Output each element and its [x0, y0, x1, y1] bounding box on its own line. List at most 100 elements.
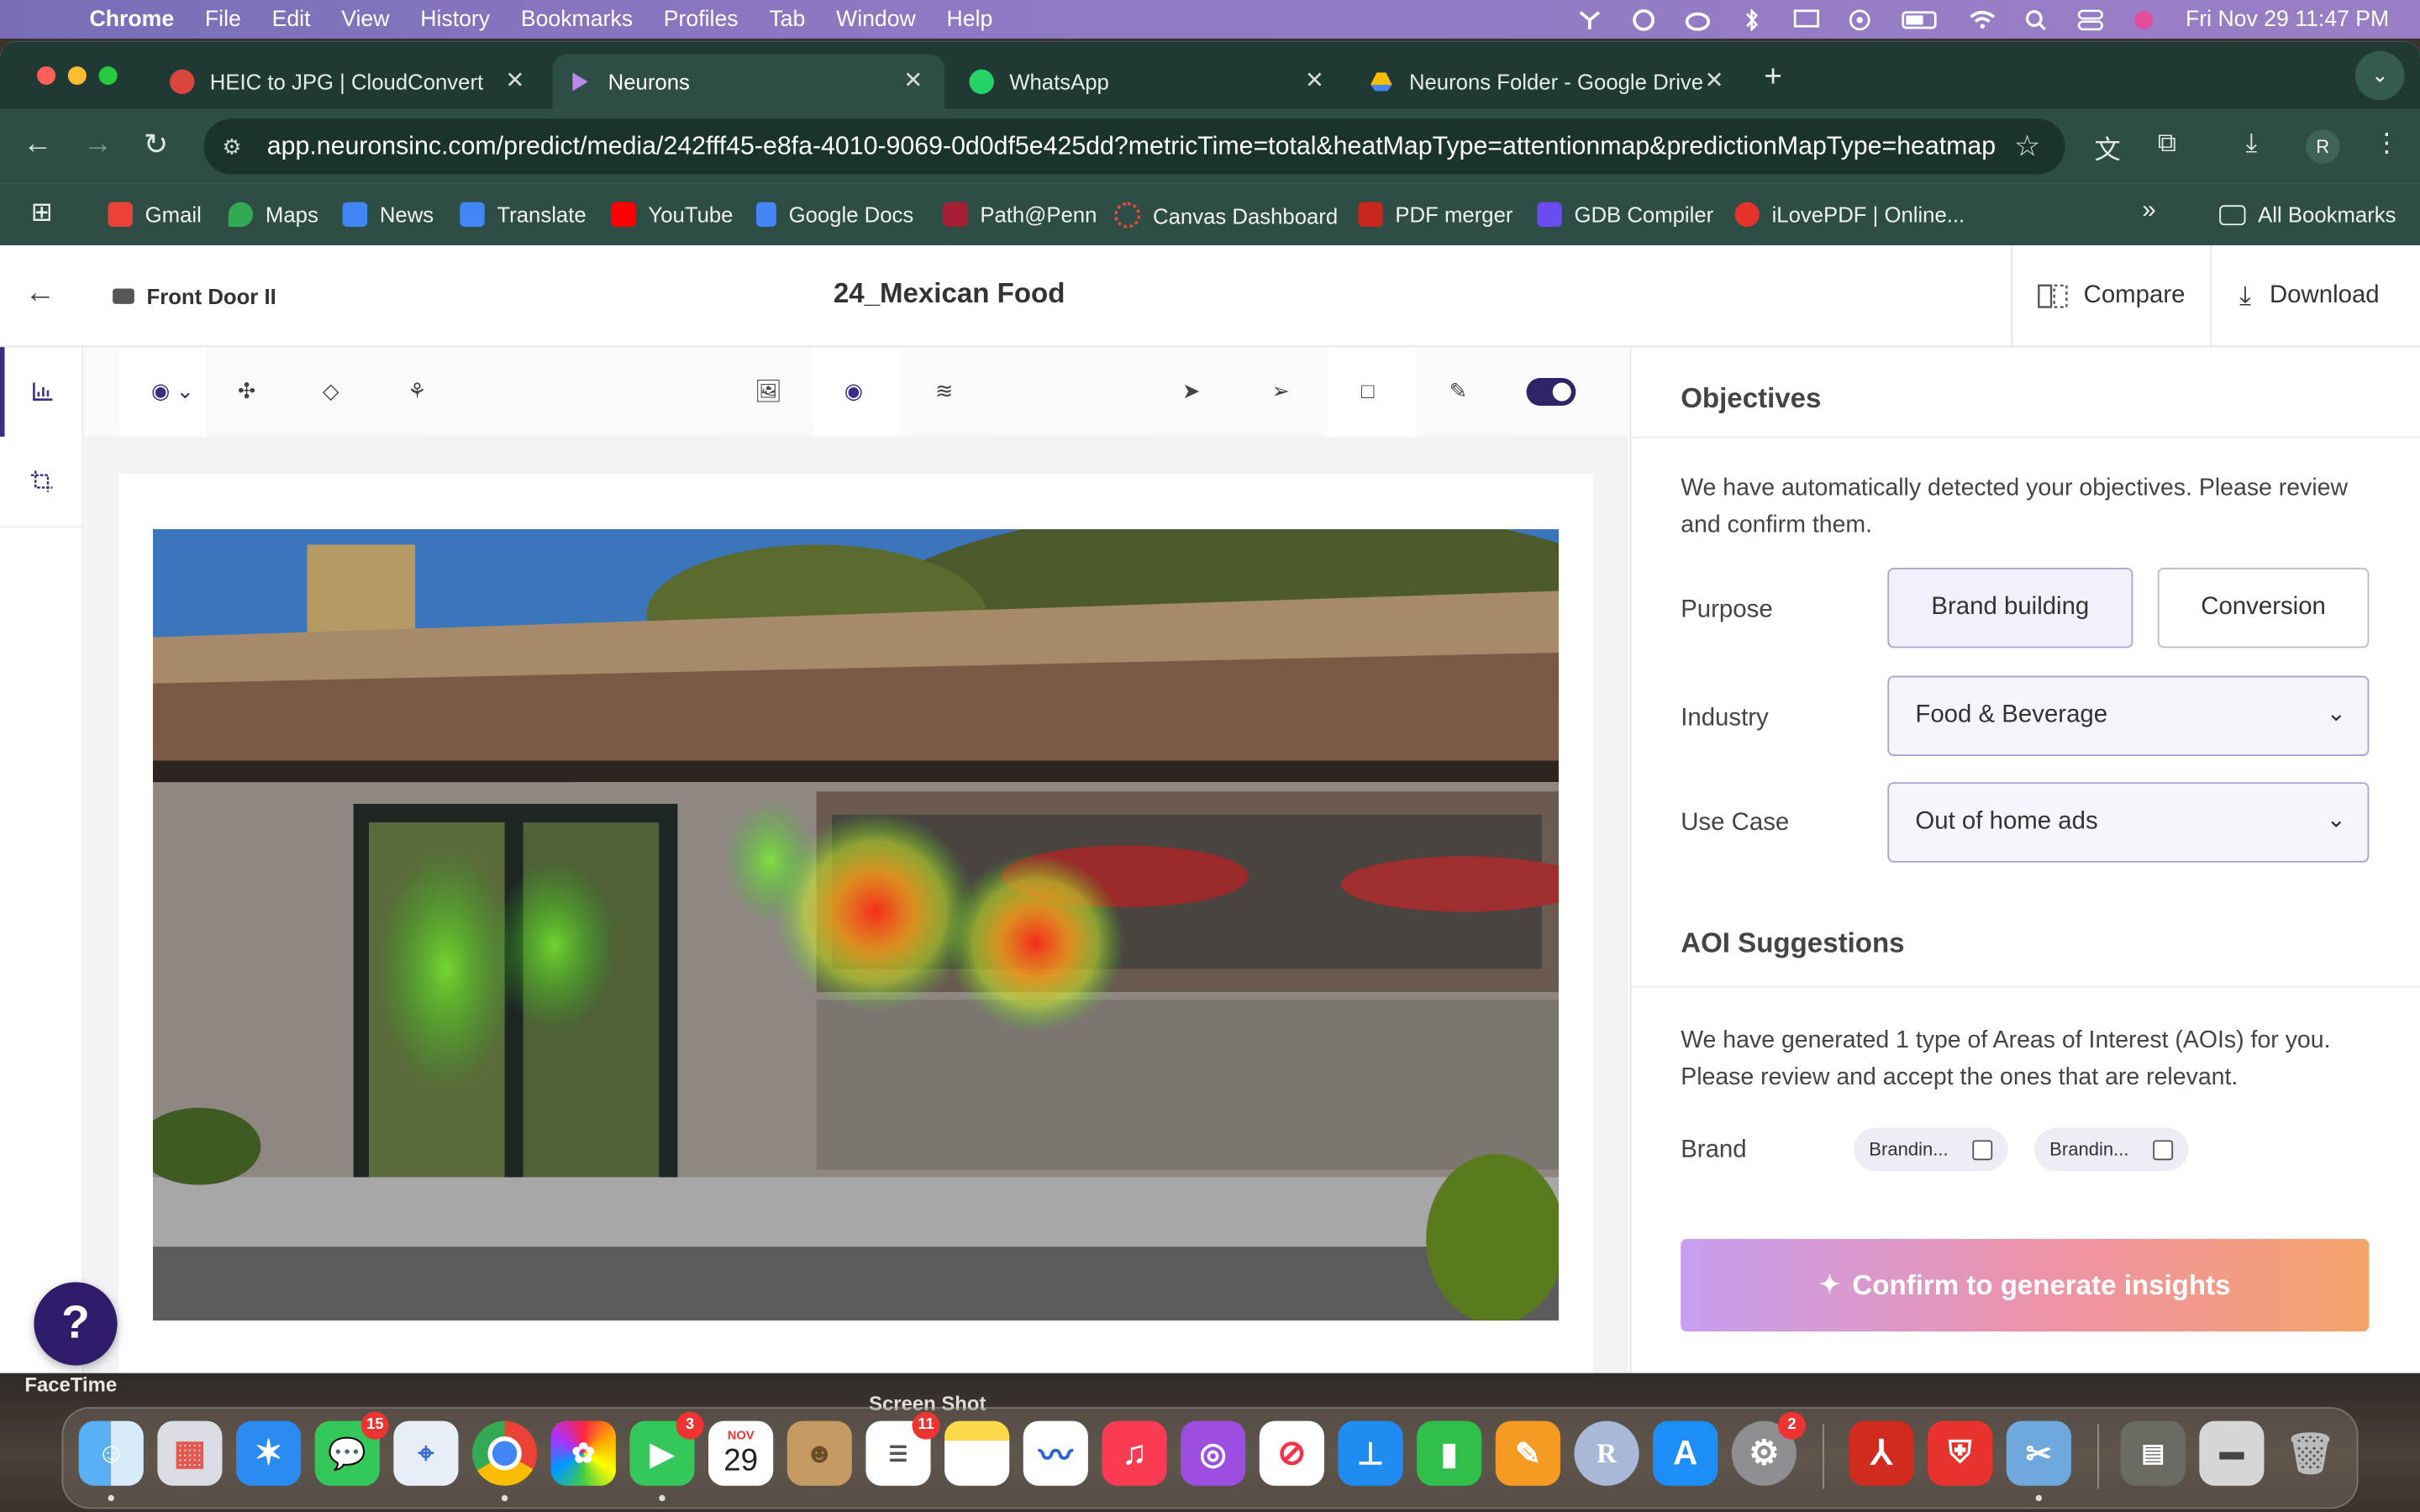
- aoi-chip-branding-1[interactable]: Brandin...: [1853, 1127, 2008, 1172]
- messages-icon[interactable]: 💬 15: [314, 1411, 389, 1486]
- address-bar[interactable]: ⚙ app.neuronsinc.com/predict/media/242ff…: [203, 118, 2065, 175]
- new-tab-plus-icon[interactable]: +: [1764, 60, 1781, 96]
- close-tab-icon[interactable]: ✕: [1305, 66, 1324, 94]
- rectangle-tool-button[interactable]: □: [1327, 347, 1416, 437]
- documents-stack-icon[interactable]: ▬: [2199, 1420, 2265, 1486]
- music-icon[interactable]: ♫: [1102, 1420, 1167, 1486]
- confirm-insights-button[interactable]: ✦ Confirm to generate insights: [1681, 1238, 2370, 1332]
- contacts-icon[interactable]: ☻: [786, 1420, 852, 1486]
- pointer-outline-icon[interactable]: ➢: [1271, 378, 1290, 404]
- battery-icon[interactable]: [1902, 8, 1942, 30]
- spotlight-search-icon[interactable]: [2023, 8, 2049, 30]
- bookmark-pdf-merger[interactable]: PDF merger: [1358, 202, 1512, 227]
- numbers-chart-icon[interactable]: ▮: [1417, 1420, 1482, 1486]
- reminders-icon[interactable]: ☰ 11: [865, 1411, 940, 1486]
- download-button[interactable]: ⤓ Download: [2210, 245, 2420, 346]
- overlay-toggle[interactable]: [1526, 378, 1576, 407]
- tab-whatsapp[interactable]: WhatsApp ✕: [954, 54, 1346, 109]
- menu-history[interactable]: History: [420, 7, 490, 31]
- back-arrow-icon[interactable]: ←: [24, 128, 53, 161]
- translate-extension-icon[interactable]: 文: [2094, 128, 2120, 166]
- facetime-icon[interactable]: ▶ 3: [629, 1411, 704, 1486]
- bookmark-gdb-compiler[interactable]: GDB Compiler: [1537, 202, 1713, 227]
- tab-cloudconvert[interactable]: HEIC to JPG | CloudConvert ✕: [155, 54, 547, 109]
- breadcrumb[interactable]: Front Door II: [113, 284, 276, 308]
- forward-arrow-icon[interactable]: →: [83, 128, 113, 161]
- bookmark-google-docs[interactable]: Google Docs: [756, 202, 913, 227]
- tab-neurons[interactable]: Neurons ✕: [552, 54, 945, 110]
- bookmark-path-penn[interactable]: Path@Penn: [943, 202, 1097, 227]
- bookmark-maps[interactable]: Maps: [228, 202, 318, 227]
- airdrop-icon[interactable]: [1848, 8, 1874, 30]
- menu-bookmarks[interactable]: Bookmarks: [521, 7, 633, 31]
- brain-icon[interactable]: ✣: [238, 378, 256, 404]
- menu-app-name[interactable]: Chrome: [90, 7, 175, 31]
- bluetooth-icon[interactable]: [1739, 8, 1765, 30]
- pen-tool-button[interactable]: ✎: [1415, 347, 1508, 437]
- aoi-checkbox[interactable]: [2153, 1140, 2174, 1161]
- site-settings-icon[interactable]: ⚙: [222, 134, 246, 160]
- pinwheel-status-icon[interactable]: [1577, 8, 1603, 30]
- close-tab-icon[interactable]: ✕: [505, 66, 524, 94]
- aoi-chip-branding-2[interactable]: Brandin...: [2033, 1127, 2189, 1172]
- image-view-button[interactable]: 🖼: [720, 347, 813, 437]
- all-bookmarks-folder[interactable]: All Bookmarks: [2219, 202, 2396, 227]
- notes-icon[interactable]: [944, 1420, 1010, 1486]
- cloud-status-icon[interactable]: [1685, 8, 1712, 30]
- maps-icon[interactable]: ⌖: [393, 1420, 459, 1486]
- extensions-puzzle-icon[interactable]: ⧉: [2158, 128, 2176, 159]
- tab-google-drive[interactable]: Neurons Folder - Google Drive ✕: [1354, 54, 1746, 109]
- menu-window[interactable]: Window: [836, 7, 916, 31]
- chrome-menu-kebab-icon[interactable]: ⋮: [2374, 128, 2400, 159]
- photos-icon[interactable]: ✿: [550, 1420, 616, 1486]
- screenshot-scissors-icon[interactable]: ✂: [2006, 1420, 2071, 1486]
- back-arrow-icon[interactable]: ←: [24, 276, 55, 312]
- eye-dropdown[interactable]: ◉ ⌄: [120, 347, 208, 437]
- purpose-conversion-button[interactable]: Conversion: [2157, 567, 2370, 648]
- aoi-checkbox[interactable]: [1972, 1140, 1993, 1161]
- profile-avatar[interactable]: R: [2306, 129, 2340, 164]
- fog-view-button[interactable]: ≋: [901, 347, 994, 437]
- podcasts-icon[interactable]: ◎: [1181, 1420, 1246, 1486]
- control-center-icon[interactable]: [2077, 8, 2104, 30]
- keynote-icon[interactable]: ⊥: [1338, 1420, 1403, 1486]
- close-window-button[interactable]: [37, 66, 56, 86]
- zoom-window-button[interactable]: [98, 66, 118, 86]
- pages-pen-icon[interactable]: ✎: [1495, 1420, 1560, 1486]
- system-settings-gear-icon[interactable]: ⚙ 2: [1731, 1411, 1806, 1486]
- menu-file[interactable]: File: [205, 7, 241, 31]
- aoi-crop-icon[interactable]: [0, 437, 82, 528]
- calendar-icon[interactable]: NOV 29: [708, 1420, 774, 1486]
- analytics-chart-icon[interactable]: [0, 347, 82, 437]
- close-tab-icon[interactable]: ✕: [903, 66, 923, 94]
- help-button[interactable]: ?: [34, 1282, 118, 1366]
- siri-icon[interactable]: [2132, 8, 2158, 30]
- purpose-brand-building-button[interactable]: Brand building: [1887, 567, 2133, 648]
- bookmark-canvas[interactable]: Canvas Dashboard: [1114, 202, 1338, 228]
- menu-edit[interactable]: Edit: [272, 7, 311, 31]
- freeform-icon[interactable]: 〰: [1023, 1420, 1088, 1486]
- menu-tab[interactable]: Tab: [769, 7, 805, 31]
- bookmark-ilovepdf[interactable]: iLovePDF | Online...: [1734, 202, 1965, 227]
- reload-icon[interactable]: ↻: [144, 128, 168, 163]
- tab-search-chevron-icon[interactable]: ⌄: [2354, 50, 2405, 101]
- bookmark-news[interactable]: News: [342, 202, 434, 227]
- usecase-select[interactable]: Out of home ads ⌄: [1887, 782, 2370, 863]
- minimize-window-button[interactable]: [67, 66, 87, 86]
- menu-view[interactable]: View: [341, 7, 389, 31]
- address-url[interactable]: app.neuronsinc.com/predict/media/242fff4…: [267, 132, 1996, 161]
- safari-compass-icon[interactable]: ✶: [236, 1420, 302, 1486]
- compare-button[interactable]: Compare: [2011, 245, 2210, 346]
- pointer-filled-icon[interactable]: ➤: [1182, 378, 1201, 404]
- bookmark-translate[interactable]: Translate: [460, 202, 587, 227]
- shield-status-icon[interactable]: [1632, 8, 1658, 30]
- cognitive-network-icon[interactable]: ⚘: [408, 378, 427, 404]
- bookmark-star-icon[interactable]: ☆: [2014, 129, 2040, 165]
- heatmap-view-button[interactable]: ◉: [813, 347, 902, 437]
- chrome-icon[interactable]: [472, 1420, 538, 1486]
- trash-icon[interactable]: 🗑: [2278, 1421, 2343, 1486]
- apps-grid-icon[interactable]: ⊞: [31, 197, 53, 228]
- menubar-clock[interactable]: Fri Nov 29 11:47 PM: [2186, 7, 2389, 31]
- downloads-stack-icon[interactable]: ▤: [2120, 1420, 2186, 1486]
- display-icon[interactable]: [1793, 8, 1820, 30]
